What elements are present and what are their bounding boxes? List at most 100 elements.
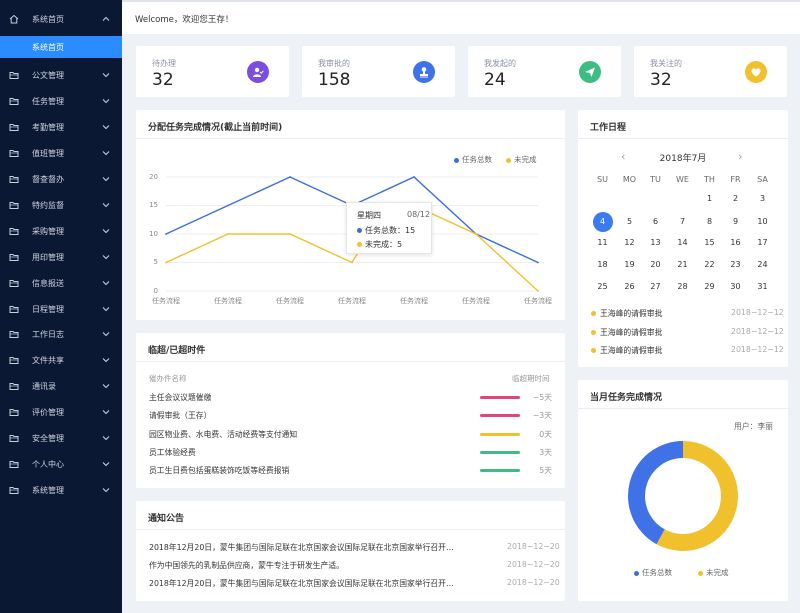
stat-card-1[interactable]: 我审批的 158 [302, 46, 455, 97]
sidebar-item-8[interactable]: 用印管理 [0, 246, 122, 268]
sidebar: 系统首页 系统首页公文管理任务管理考勤管理值班管理督查督办特约监督采购管理用印管… [0, 0, 122, 613]
stat-value: 158 [318, 70, 351, 90]
sidebar-item-17[interactable]: 系统管理 [0, 479, 122, 501]
donut-legend-total: 任务总数 [634, 567, 672, 578]
calendar-day[interactable]: 12 [616, 237, 643, 249]
overdue-item-name[interactable]: 员工生日费包括蛋糕装饰吃饭等经费报销 [149, 465, 289, 476]
calendar-day[interactable]: 2 [722, 193, 749, 205]
notice-item[interactable]: 作为中国领先的乳制品供应商，蒙牛专注于研发生产适。 [149, 560, 344, 571]
schedule-item[interactable]: 王海峰的请假审批 [600, 345, 662, 356]
calendar-panel: 工作日程 ‹ 2018年7月 › SU MO TU WE TH FR SA 1 2 3 4 5 6 7 8 9… [578, 110, 788, 367]
calendar-day[interactable]: 5 [616, 216, 643, 228]
top-header: Welcome，欢迎您王存！ [122, 0, 800, 34]
sidebar-item-15[interactable]: 安全管理 [0, 427, 122, 449]
chevron-down-icon [101, 148, 111, 158]
chevron-down-icon [101, 304, 111, 314]
sidebar-item-label: 采购管理 [32, 226, 64, 236]
sidebar-item-label: 系统管理 [32, 485, 64, 495]
sidebar-item-label: 工作日志 [32, 329, 64, 339]
sidebar-item-10[interactable]: 日程管理 [0, 298, 122, 320]
sidebar-item-3[interactable]: 考勤管理 [0, 116, 122, 138]
sidebar-item-label: 任务管理 [32, 96, 64, 106]
calendar-day[interactable]: 26 [616, 281, 643, 293]
calendar-day[interactable]: 21 [669, 259, 696, 271]
user-check-icon [247, 61, 269, 83]
sidebar-item-label: 安全管理 [32, 433, 64, 443]
calendar-day[interactable]: 17 [749, 237, 776, 249]
data-point [537, 290, 539, 292]
calendar-day[interactable]: 6 [642, 216, 669, 228]
chevron-down-icon [101, 122, 111, 132]
data-point [289, 233, 291, 235]
calendar-day[interactable]: 13 [642, 237, 669, 249]
calendar-day[interactable]: 8 [696, 216, 723, 228]
sidebar-item-13[interactable]: 通讯录 [0, 375, 122, 397]
calendar-day[interactable]: 14 [669, 237, 696, 249]
calendar-day[interactable]: 18 [589, 259, 616, 271]
calendar-day[interactable]: 28 [669, 281, 696, 293]
sidebar-item-5[interactable]: 督查督办 [0, 168, 122, 190]
notice-item[interactable]: 2018年12月20日，蒙牛集团与国际足联在北京国家会议国际足联在北京国家举行召… [149, 578, 454, 589]
calendar-day[interactable]: 24 [749, 259, 776, 271]
schedule-dot [591, 348, 596, 353]
calendar-day[interactable]: 27 [642, 281, 669, 293]
calendar-day[interactable]: 31 [749, 281, 776, 293]
sidebar-item-6[interactable]: 特约监督 [0, 194, 122, 216]
calendar-day[interactable]: 1 [696, 193, 723, 205]
chevron-up-icon [101, 14, 111, 24]
chevron-down-icon [101, 252, 111, 262]
calendar-day[interactable]: 19 [616, 259, 643, 271]
stat-card-3[interactable]: 我关注的 32 [634, 46, 787, 97]
overdue-item-name[interactable]: 请假审批（王存） [149, 410, 211, 421]
sidebar-item-0[interactable]: 系统首页 [0, 8, 122, 30]
sidebar-item-2[interactable]: 任务管理 [0, 90, 122, 112]
chevron-down-icon [101, 355, 111, 365]
sidebar-item-label: 用印管理 [32, 252, 64, 262]
calendar-day[interactable]: 7 [669, 216, 696, 228]
sidebar-item-11[interactable]: 工作日志 [0, 323, 122, 345]
sidebar-subitem-home[interactable]: 系统首页 [0, 36, 122, 58]
schedule-item[interactable]: 王海峰的请假审批 [600, 327, 662, 338]
calendar-day[interactable]: 25 [589, 281, 616, 293]
overdue-item-name[interactable]: 主任会议议题催缴 [149, 392, 211, 403]
sidebar-item-16[interactable]: 个人中心 [0, 453, 122, 475]
calendar-day[interactable]: 9 [722, 216, 749, 228]
y-tick-label: 5 [153, 258, 158, 266]
calendar-day[interactable]: 23 [722, 259, 749, 271]
calendar-day[interactable]: 3 [749, 193, 776, 205]
notice-item[interactable]: 2018年12月20日，蒙牛集团与国际足联在北京国家会议国际足联在北京国家举行召… [149, 542, 454, 553]
x-tick-label: 任务流程 [462, 297, 490, 305]
sidebar-item-label: 系统首页 [32, 14, 64, 24]
calendar-day[interactable]: 30 [722, 281, 749, 293]
schedule-item[interactable]: 王海峰的请假审批 [600, 308, 662, 319]
stat-card-2[interactable]: 我发起的 24 [468, 46, 621, 97]
sidebar-item-14[interactable]: 评价管理 [0, 401, 122, 423]
divider [136, 361, 565, 362]
calendar-day-today[interactable]: 4 [589, 216, 616, 228]
overdue-item-name[interactable]: 员工体验经费 [149, 447, 196, 458]
sidebar-item-12[interactable]: 文件共享 [0, 349, 122, 371]
next-month-button[interactable]: › [738, 150, 742, 163]
stat-card-0[interactable]: 待办理 32 [136, 46, 289, 97]
sidebar-item-1[interactable]: 公文管理 [0, 64, 122, 86]
chevron-down-icon [101, 433, 111, 443]
sidebar-item-label: 通讯录 [32, 381, 56, 391]
sidebar-item-7[interactable]: 采购管理 [0, 220, 122, 242]
calendar-day[interactable]: 15 [696, 237, 723, 249]
calendar-day[interactable]: 11 [589, 237, 616, 249]
notice-date: 2018−12−20 [507, 578, 560, 587]
calendar-day[interactable]: 20 [642, 259, 669, 271]
calendar-day[interactable]: 16 [722, 237, 749, 249]
folder-icon [9, 407, 19, 417]
task-chart-panel: 分配任务完成情况(截止当前时间) 任务总数 未完成 星期四 08/12 任务总数… [136, 110, 565, 320]
data-point [537, 261, 539, 264]
calendar-day[interactable]: 22 [696, 259, 723, 271]
sidebar-item-4[interactable]: 值班管理 [0, 142, 122, 164]
monthly-panel: 当月任务完成情况 用户：李丽 任务总数 未完成 [578, 380, 788, 601]
calendar-day[interactable]: 29 [696, 281, 723, 293]
overdue-item-name[interactable]: 园区物业费、水电费、活动经费等支付通知 [149, 429, 297, 440]
sidebar-item-9[interactable]: 信息报送 [0, 272, 122, 294]
calendar-day[interactable]: 10 [749, 216, 776, 228]
x-tick-label: 任务流程 [152, 297, 180, 305]
y-tick-label: 10 [149, 229, 158, 238]
